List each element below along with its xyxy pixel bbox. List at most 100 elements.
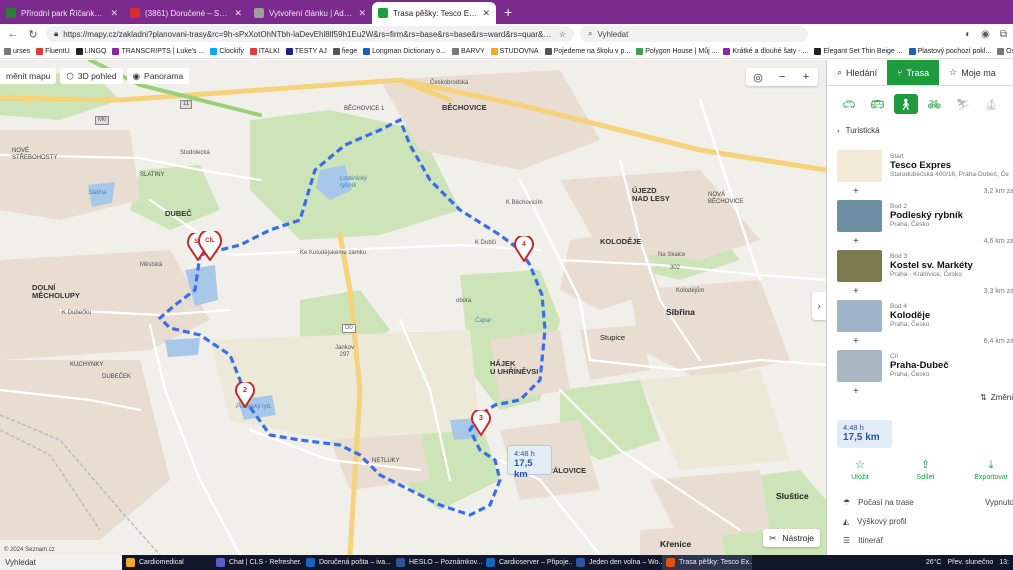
boat-mode-button[interactable]: ⛵︎ bbox=[980, 94, 1004, 114]
export-route-button[interactable]: ⤓ Exportovat bbox=[968, 458, 1013, 483]
route-stop[interactable]: Bod 4 Koloděje Praha, Česko bbox=[827, 298, 1013, 334]
bookmark-item[interactable]: TESTY AJ bbox=[285, 47, 327, 55]
add-waypoint-button[interactable]: + bbox=[853, 336, 859, 347]
weather-label: Počasí na trase bbox=[858, 498, 914, 507]
close-tab-icon[interactable]: ✕ bbox=[110, 8, 118, 19]
add-waypoint-button[interactable]: + bbox=[853, 186, 859, 197]
bike-icon: 🚲︎ bbox=[927, 98, 942, 111]
close-tab-icon[interactable]: ✕ bbox=[234, 8, 242, 19]
app-icon bbox=[396, 558, 405, 567]
bookmark-item[interactable]: LINGQ bbox=[75, 47, 106, 55]
taskbar-app[interactable]: Jeden den volna – Wo... bbox=[572, 555, 662, 570]
bookmark-item[interactable]: Pojedeme na školu v p... bbox=[544, 47, 630, 55]
route-info-bubble[interactable]: 4:48 h 17,5 km bbox=[507, 445, 552, 480]
taskbar-app[interactable]: Trasa pěšky: Tesco Ex... bbox=[662, 555, 752, 570]
route-stop[interactable]: Start Tesco Expres Starodubečská 400/16, P… bbox=[827, 148, 1013, 184]
close-tab-icon[interactable]: ✕ bbox=[358, 8, 366, 19]
itinerary-option[interactable]: ☰ Itinerář bbox=[843, 536, 1013, 545]
route-type-selector[interactable]: › Turistická bbox=[827, 120, 1013, 141]
address-bar[interactable]: 🔒︎ https://mapy.cz/zakladni?planovani-tr… bbox=[46, 26, 574, 42]
elevation-label: Výškový profil bbox=[857, 517, 907, 526]
weather-option[interactable]: ☂ Počasí na trase Vypnuto bbox=[843, 498, 1013, 507]
taskbar-app[interactable]: Chat | CLS - Refresher... bbox=[212, 555, 302, 570]
taskbar-search[interactable]: Vyhledat bbox=[0, 555, 122, 570]
close-tab-icon[interactable]: ✕ bbox=[482, 8, 490, 19]
save-route-button[interactable]: ☆ Uložit bbox=[837, 458, 883, 483]
pocket-icon[interactable]: ◐ bbox=[965, 29, 971, 40]
bookmark-item[interactable]: Elegant Set Thin Beige ... bbox=[814, 47, 903, 55]
tab-route[interactable]: ⑂ Trasa bbox=[887, 60, 940, 85]
bookmark-star-icon[interactable]: ☆ bbox=[559, 30, 566, 39]
transit-mode-button[interactable]: 🚌︎ bbox=[866, 94, 890, 114]
weather-toggle[interactable]: Vypnuto bbox=[985, 498, 1013, 507]
bookmark-item[interactable]: fiege bbox=[332, 47, 357, 55]
browser-tab-bar: Přírodní park Říčanka v Praze-… ✕ (3861)… bbox=[0, 0, 1013, 24]
route-stop[interactable]: Bod 2 Podleský rybník Praha, Česko bbox=[827, 198, 1013, 234]
taskbar-app-label: Chat | CLS - Refresher... bbox=[229, 559, 302, 566]
bookmark-item[interactable]: Osta bbox=[997, 47, 1013, 55]
add-waypoint-button[interactable]: + bbox=[853, 236, 859, 247]
bookmark-item[interactable]: Krátké a dlouhé šaty - ... bbox=[723, 47, 808, 55]
browser-search-box[interactable]: ⌕ Vyhledat bbox=[580, 26, 808, 42]
export-label: Exportovat bbox=[974, 474, 1008, 482]
change-route-link[interactable]: ⇅ Změni bbox=[980, 393, 1013, 402]
extensions-icon[interactable]: ⧉ bbox=[1000, 29, 1007, 40]
change-map-button[interactable]: měnit mapu bbox=[0, 68, 57, 84]
save-label: Uložit bbox=[851, 474, 869, 482]
back-icon[interactable]: ← bbox=[6, 28, 20, 40]
route-marker-waypoint-3[interactable]: 3 bbox=[471, 408, 491, 437]
elevation-profile-option[interactable]: ◭ Výškový profil bbox=[843, 517, 1013, 526]
summary-distance: 17,5 km bbox=[843, 432, 880, 443]
add-waypoint-button[interactable]: + bbox=[853, 386, 859, 397]
browser-tab[interactable]: Přírodní park Říčanka v Praze-… ✕ bbox=[0, 2, 124, 24]
browser-search-placeholder: Vyhledat bbox=[597, 29, 629, 39]
route-marker-waypoint-2[interactable]: 2 bbox=[235, 380, 255, 409]
share-route-button[interactable]: ⇪ Sdílet bbox=[903, 458, 949, 483]
bookmark-item[interactable]: Plastový pochozí pokl... bbox=[908, 47, 991, 55]
route-stop[interactable]: Bod 3 Kostel sv. Markéty Praha - Královice… bbox=[827, 248, 1013, 284]
bookmark-item[interactable]: BARVY bbox=[452, 47, 485, 55]
browser-tab[interactable]: Vytvoření článku | Administrac… ✕ bbox=[248, 2, 372, 24]
taskbar-app[interactable]: Cardioserver – Připoje... bbox=[482, 555, 572, 570]
car-mode-button[interactable]: 🚗︎ bbox=[837, 94, 861, 114]
bookmark-item[interactable]: Clockify bbox=[210, 47, 244, 55]
elevation-icon: ◭ bbox=[843, 517, 850, 526]
taskbar-app[interactable]: Cardiomedical bbox=[122, 555, 212, 570]
zoom-out-button[interactable]: − bbox=[770, 71, 794, 83]
bookmark-item[interactable]: ITALKI bbox=[249, 47, 280, 55]
stop-address: Praha - Královice, Česko bbox=[890, 271, 962, 279]
account-icon[interactable]: ◉ bbox=[981, 29, 990, 40]
taskbar-app[interactable]: Doručená pošta – iva... bbox=[302, 555, 392, 570]
panorama-button[interactable]: ◉ Panorama bbox=[126, 68, 190, 84]
add-waypoint-button[interactable]: + bbox=[853, 286, 859, 297]
bike-mode-button[interactable]: 🚲︎ bbox=[923, 94, 947, 114]
bookmark-item[interactable]: urses bbox=[4, 47, 30, 55]
bookmark-item[interactable]: TRANSCRIPTS | Luke's ... bbox=[112, 47, 204, 55]
route-stop[interactable]: Cíl Praha-Dubeč Praha, Česko bbox=[827, 348, 1013, 384]
browser-tab-active[interactable]: Trasa pěšky: Tesco Expres, Staro… ✕ bbox=[372, 2, 496, 24]
tab-search[interactable]: ⌕ Hledání bbox=[827, 60, 887, 85]
bookmark-label: FluentU bbox=[45, 47, 70, 55]
reload-icon[interactable]: ↻ bbox=[26, 28, 40, 41]
bookmark-favicon-icon bbox=[997, 47, 1005, 55]
collapse-panel-button[interactable]: › bbox=[812, 292, 826, 320]
tools-button[interactable]: ✂ Nástroje bbox=[763, 529, 820, 547]
3d-view-button[interactable]: ⬡ 3D pohled bbox=[60, 68, 123, 84]
map-view[interactable]: DUBEČ DOLNÍ MĚCHOLUPY BĚCHOVICE ÚJEZD NA… bbox=[0, 60, 826, 555]
tab-my-maps[interactable]: ☆ Moje ma bbox=[939, 60, 1006, 85]
map-canvas[interactable] bbox=[0, 60, 826, 555]
bookmark-item[interactable]: STUDOVNA bbox=[490, 47, 539, 55]
zoom-in-button[interactable]: + bbox=[794, 71, 818, 83]
bookmark-item[interactable]: Polygon House | Můj ... bbox=[636, 47, 717, 55]
locate-me-icon[interactable]: ◎ bbox=[746, 71, 770, 84]
route-marker-finish[interactable]: CÍL bbox=[198, 228, 222, 262]
taskbar-app[interactable]: HESLO – Poznámkov... bbox=[392, 555, 482, 570]
bookmark-item[interactable]: Longman Dictionary o... bbox=[363, 47, 446, 55]
browser-tab[interactable]: (3861) Doručené – Seznam Em… ✕ bbox=[124, 2, 248, 24]
bookmark-item[interactable]: FluentU bbox=[36, 47, 70, 55]
route-marker-waypoint-4[interactable]: 4 bbox=[514, 234, 534, 263]
marker-pin-icon bbox=[198, 228, 222, 262]
ski-mode-button[interactable]: ⛷︎ bbox=[951, 94, 975, 114]
new-tab-button[interactable]: + bbox=[496, 4, 520, 24]
walk-mode-button[interactable]: 🚶︎ bbox=[894, 94, 918, 114]
